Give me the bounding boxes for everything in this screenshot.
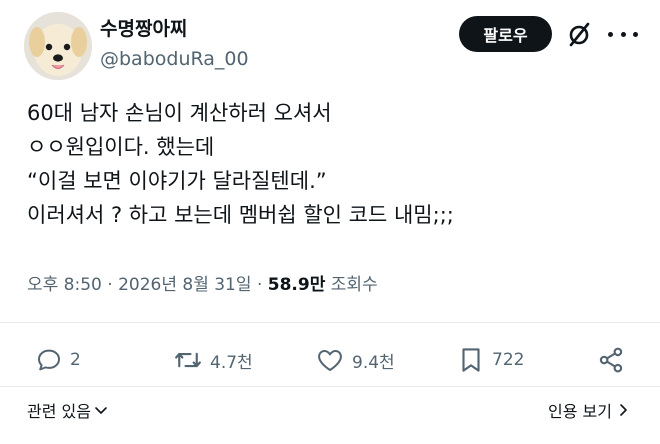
follow-button[interactable]: 팔로우	[459, 16, 552, 52]
tweet-meta: 오후 8:50 · 2026년 8월 31일 · 58.9만 조회수	[27, 270, 378, 295]
related-label: 관련 있음	[27, 402, 91, 421]
reply-icon	[38, 349, 60, 371]
quotes-label: 인용 보기	[548, 402, 612, 421]
views-count: 58.9만	[267, 275, 326, 295]
share-button[interactable]	[596, 340, 626, 380]
more-dots-icon[interactable]	[608, 22, 638, 46]
tweet-line: 이러셔서 ? 하고 보는데 멤버쉽 할인 코드 내밈;;;	[27, 203, 454, 227]
meta-separator: ·	[107, 275, 113, 295]
divider	[0, 386, 660, 387]
user-handle[interactable]: @baboduRa_00	[100, 48, 249, 70]
repost-count: 4.7천	[210, 352, 253, 373]
dot	[620, 31, 626, 37]
views-label: 조회수	[330, 275, 378, 295]
dot	[633, 31, 638, 37]
reply-button[interactable]: 2	[34, 340, 81, 380]
tweet-line: ㅇㅇ원입이다. 했는데	[27, 135, 215, 159]
post-time[interactable]: 오후 8:50	[27, 275, 102, 295]
bookmark-count: 722	[492, 350, 525, 370]
dot	[608, 31, 613, 37]
tweet-line: 60대 남자 손님이 계산하러 오셔서	[27, 101, 332, 125]
display-name[interactable]: 수명짱아찌	[100, 14, 187, 41]
chevron-down-icon	[95, 407, 107, 414]
repost-button[interactable]: 4.7천	[172, 340, 253, 380]
meta-separator: ·	[256, 275, 263, 295]
reply-count: 2	[70, 350, 81, 370]
bookmark-button[interactable]: 722	[456, 340, 524, 380]
related-toggle[interactable]: 관련 있음	[27, 398, 109, 422]
grok-slash-icon[interactable]	[564, 20, 594, 50]
bookmark-icon	[462, 348, 480, 372]
view-quotes-link[interactable]: 인용 보기	[548, 398, 630, 422]
share-icon	[599, 347, 623, 373]
avatar[interactable]	[24, 12, 92, 80]
puppy-avatar-icon	[24, 12, 92, 80]
like-count: 9.4천	[352, 352, 395, 373]
tweet-text: 60대 남자 손님이 계산하러 오셔서 ㅇㅇ원입이다. 했는데 “이걸 보면 이…	[27, 96, 647, 232]
divider	[0, 322, 660, 323]
tweet-line: “이걸 보면 이야기가 달라질텐데.”	[27, 169, 327, 193]
like-button[interactable]: 9.4천	[314, 340, 395, 380]
post-date[interactable]: 2026년 8월 31일	[118, 275, 251, 295]
chevron-right-icon	[620, 404, 627, 416]
repost-icon	[175, 352, 201, 368]
heart-icon	[318, 350, 342, 371]
